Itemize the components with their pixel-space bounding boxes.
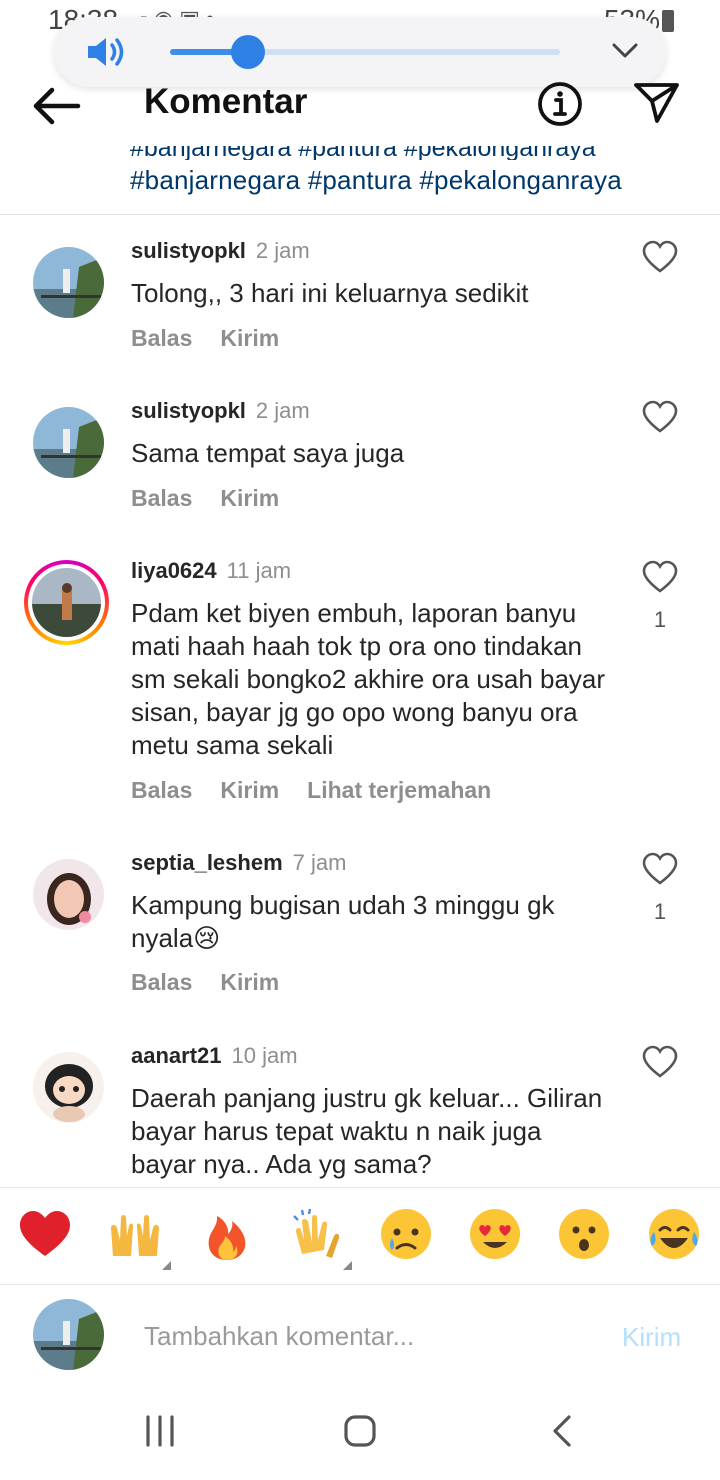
- volume-slider-handle[interactable]: [231, 35, 265, 69]
- speaker-icon[interactable]: [86, 35, 128, 69]
- comment-username[interactable]: aanart21 10 jam: [131, 1043, 298, 1069]
- back-arrow-icon[interactable]: [28, 80, 84, 132]
- raising-hands-emoji-icon[interactable]: [107, 1206, 163, 1262]
- post-caption-partial: #banjarnegara #pantura #pekalonganraya: [130, 146, 596, 160]
- comment-username[interactable]: septia_leshem 7 jam: [131, 850, 346, 876]
- home-icon[interactable]: [343, 1414, 377, 1448]
- reply-button[interactable]: Balas: [131, 485, 192, 511]
- comment-text: Sama tempat saya juga: [131, 438, 405, 468]
- avatar[interactable]: [33, 1052, 104, 1123]
- reply-button[interactable]: Balas: [131, 969, 192, 995]
- comment-text: Pdam ket biyen embuh, laporan banyu mati…: [131, 598, 606, 760]
- share-send-icon[interactable]: [632, 80, 682, 126]
- emoji-variant-indicator: [162, 1261, 171, 1270]
- avatar-story-ring[interactable]: [24, 560, 109, 645]
- comment-actions: Balas Kirim: [131, 485, 307, 512]
- post-comment-button[interactable]: Kirim: [622, 1322, 681, 1353]
- comment-actions: Balas Kirim: [131, 325, 307, 352]
- tears-of-joy-emoji-icon[interactable]: [646, 1206, 702, 1262]
- current-user-avatar: [33, 1299, 104, 1370]
- comment-list[interactable]: sulistyopkl 2 jam Tolong,, 3 hari ini kel…: [0, 215, 720, 1187]
- comment-text: Daerah panjang justru gk keluar... Gilir…: [131, 1083, 603, 1179]
- like-count: 1: [653, 607, 667, 632]
- comment-username[interactable]: sulistyopkl 2 jam: [131, 238, 310, 264]
- emoji-reaction-bar: [0, 1187, 720, 1285]
- heart-icon[interactable]: [642, 560, 678, 594]
- comment-actions: Balas Kirim: [131, 969, 307, 996]
- comment-username[interactable]: liya0624 11 jam: [131, 558, 291, 584]
- emoji-variant-indicator: [343, 1261, 352, 1270]
- clapping-hands-emoji-icon[interactable]: [288, 1206, 344, 1262]
- send-button[interactable]: Kirim: [220, 969, 279, 995]
- avatar: [32, 568, 101, 637]
- volume-slider[interactable]: [170, 35, 560, 69]
- comment-input[interactable]: [144, 1318, 584, 1354]
- reply-button[interactable]: Balas: [131, 325, 192, 351]
- battery-icon: [662, 10, 674, 32]
- see-translation-button[interactable]: Lihat terjemahan: [307, 777, 491, 803]
- heart-icon[interactable]: [642, 400, 678, 434]
- comment-text: Tolong,, 3 hari ini keluarnya sedikit: [131, 278, 529, 308]
- nav-back-icon[interactable]: [550, 1414, 574, 1448]
- avatar[interactable]: [33, 859, 104, 930]
- heart-eyes-emoji-icon[interactable]: [467, 1206, 523, 1262]
- post-hashtags[interactable]: #banjarnegara #pantura #pekalonganraya: [130, 165, 622, 196]
- send-button[interactable]: Kirim: [220, 325, 279, 351]
- astonished-face-emoji-icon[interactable]: [556, 1206, 612, 1262]
- comment-username[interactable]: sulistyopkl 2 jam: [131, 398, 310, 424]
- send-button[interactable]: Kirim: [220, 777, 279, 803]
- reply-button[interactable]: Balas: [131, 777, 192, 803]
- avatar[interactable]: [33, 247, 104, 318]
- avatar[interactable]: [33, 407, 104, 478]
- heart-icon[interactable]: [642, 852, 678, 886]
- comment-text: Kampung bugisan udah 3 minggu gk nyala😢: [131, 890, 555, 953]
- like-count: 1: [653, 899, 667, 924]
- send-button[interactable]: Kirim: [220, 485, 279, 511]
- red-heart-emoji-icon[interactable]: [17, 1206, 73, 1262]
- info-icon[interactable]: [536, 80, 584, 128]
- heart-icon[interactable]: [642, 240, 678, 274]
- recent-apps-icon[interactable]: [144, 1415, 176, 1447]
- heart-icon[interactable]: [642, 1045, 678, 1079]
- comment-actions: Balas Kirim Lihat terjemahan: [131, 777, 519, 804]
- fire-emoji-icon[interactable]: [199, 1206, 255, 1262]
- chevron-down-icon[interactable]: [610, 39, 640, 63]
- page-title: Komentar: [144, 82, 308, 121]
- volume-panel: [54, 17, 666, 87]
- crying-face-emoji-icon[interactable]: [378, 1206, 434, 1262]
